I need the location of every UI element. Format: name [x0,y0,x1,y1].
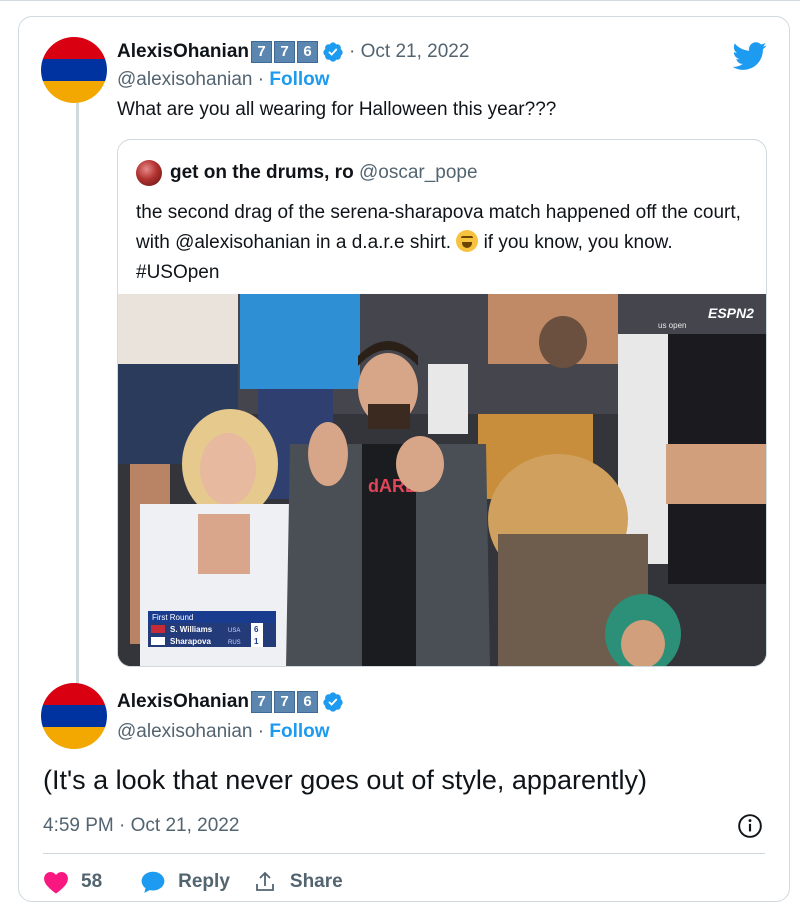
original-author-row: AlexisOhanian 7 7 6 · Oct 21, 2022 [117,39,469,65]
reply-tweet-text: (It's a look that never goes out of styl… [43,765,647,795]
svg-text:Sharapova: Sharapova [170,637,211,646]
svg-text:USA: USA [228,628,240,634]
like-button[interactable]: 58 [43,870,102,894]
number-badge: 7 [274,41,295,63]
reply-handle-row: @alexisohanian · Follow [117,721,330,742]
svg-text:S. Williams: S. Williams [170,625,213,634]
crowd-scene-illustration: dARE First Round S. Williams Sharapova U… [118,294,766,666]
follow-link[interactable]: Follow [269,69,329,90]
verified-badge-icon [323,692,343,712]
original-tweet-text: What are you all wearing for Halloween t… [117,99,557,120]
espn2-logo: ESPN2 [708,305,754,321]
number-badge: 7 [251,691,272,713]
reply-avatar-armenian-flag[interactable] [41,683,107,749]
reply-author-handle[interactable]: @alexisohanian [117,721,253,742]
thread-connector-line [76,103,79,685]
number-badge: 7 [274,691,295,713]
quoted-author-row: get on the drums, ro @oscar_pope [170,162,478,184]
quoted-handle[interactable]: @oscar_pope [359,162,478,183]
info-icon[interactable] [737,813,763,839]
us-open-logo: us open [658,321,686,330]
tweet-actions-bar: 58 Reply Share [43,867,365,897]
verified-badge-icon [323,42,343,62]
share-icon [255,871,274,891]
like-count: 58 [81,871,103,892]
twitter-bird-icon[interactable] [733,39,767,73]
reply-timestamp[interactable]: 4:59 PM · Oct 21, 2022 [43,815,239,837]
original-handle-row: @alexisohanian · Follow [117,69,330,90]
reply-label: Reply [178,871,230,892]
svg-text:1: 1 [254,637,259,646]
number-badge: 7 [251,41,272,63]
tweet-media-photo[interactable]: dARE First Round S. Williams Sharapova U… [118,294,766,666]
svg-text:6: 6 [254,625,259,634]
tweet-embed-card: AlexisOhanian 7 7 6 · Oct 21, 2022 @alex… [18,16,790,902]
reply-button[interactable]: Reply [140,870,230,894]
quoted-author-avatar[interactable] [136,160,162,186]
author-handle[interactable]: @alexisohanian [117,69,253,90]
top-divider [0,0,800,3]
svg-text:RUS: RUS [228,640,241,646]
number-badges: 7 7 6 [251,691,318,713]
heart-icon [44,872,68,894]
quoted-display-name[interactable]: get on the drums, ro [170,162,354,183]
reply-bubble-icon [141,871,165,893]
number-badges: 7 7 6 [251,41,318,63]
match-scoreboard: First Round S. Williams Sharapova USA RU… [148,611,276,647]
share-button[interactable]: Share [252,870,343,894]
number-badge: 6 [297,691,318,713]
actions-divider [43,853,765,854]
reply-follow-link[interactable]: Follow [269,721,329,742]
tweet-date[interactable]: · Oct 21, 2022 [349,41,469,63]
quoted-tweet[interactable]: get on the drums, ro @oscar_pope the sec… [117,139,767,667]
avatar-armenian-flag[interactable] [41,37,107,103]
number-badge: 6 [297,41,318,63]
svg-text:First Round: First Round [152,613,193,622]
reply-display-name[interactable]: AlexisOhanian [117,691,249,713]
weary-face-emoji-icon [456,230,479,252]
quoted-tweet-text: the second drag of the serena-sharapova … [136,202,741,283]
reply-author-row: AlexisOhanian 7 7 6 [117,689,344,715]
share-label: Share [289,871,343,892]
author-display-name[interactable]: AlexisOhanian [117,41,249,63]
